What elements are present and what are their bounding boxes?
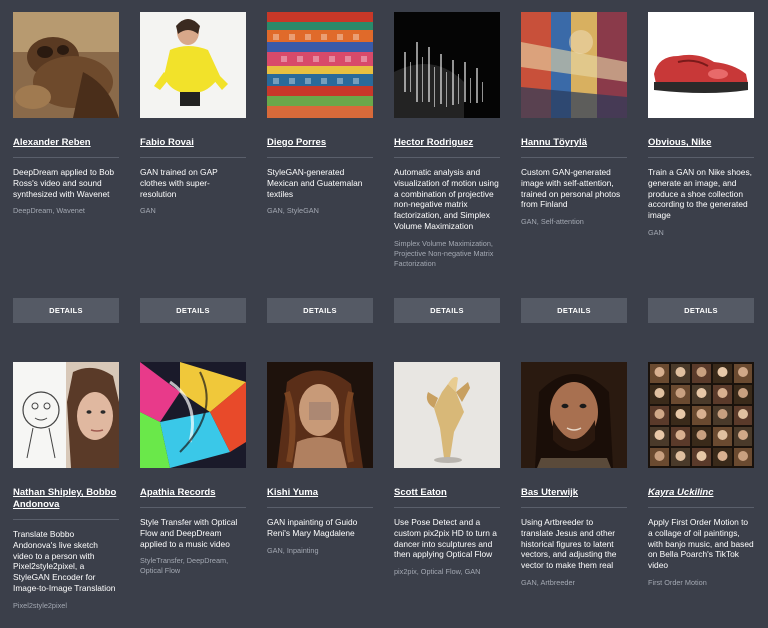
artwork-card: Diego Porres StyleGAN-generated Mexican … — [267, 12, 373, 216]
artwork-tags: First Order Motion — [648, 577, 707, 587]
artist-link[interactable]: Hannu Töyrylä — [521, 137, 627, 149]
artwork-tags: Pixel2style2pixel — [13, 600, 67, 610]
artwork-tags: Simplex Volume Maximization, Projective … — [394, 238, 494, 268]
artist-link[interactable]: Obvious, Nike — [648, 137, 754, 149]
divider — [140, 507, 246, 508]
divider — [394, 157, 500, 158]
artwork-card: Scott Eaton Use Pose Detect and a custom… — [394, 362, 500, 577]
divider — [140, 157, 246, 158]
details-button[interactable]: DETAILS — [13, 298, 119, 323]
artwork-description: GAN inpainting of Guido Reni's Mary Magd… — [267, 517, 358, 538]
details-button[interactable]: DETAILS — [394, 298, 500, 323]
divider — [267, 507, 373, 508]
divider — [13, 519, 119, 520]
artwork-thumbnail[interactable] — [13, 362, 119, 468]
artwork-tags: pix2pix, Optical Flow, GAN — [394, 567, 481, 577]
artwork-tags: GAN, Artbreeder — [521, 577, 575, 587]
artwork-description: StyleGAN-generated Mexican and Guatemala… — [267, 167, 363, 199]
artwork-card: Alexander Reben DeepDream applied to Bob… — [13, 12, 119, 216]
artist-link[interactable]: Apathia Records — [140, 487, 246, 499]
artwork-card: Hannu Töyrylä Custom GAN-generated image… — [521, 12, 627, 227]
artist-link[interactable]: Scott Eaton — [394, 487, 500, 499]
artwork-thumbnail[interactable] — [394, 12, 500, 118]
divider — [521, 157, 627, 158]
artwork-tags: StyleTransfer, DeepDream, Optical Flow — [140, 556, 229, 576]
artwork-card: Kishi Yuma GAN inpainting of Guido Reni'… — [267, 362, 373, 556]
artist-link[interactable]: Fabio Rovai — [140, 137, 246, 149]
artwork-thumbnail[interactable] — [267, 362, 373, 468]
artist-link[interactable]: Kayra Uckilinc — [648, 487, 754, 499]
details-button[interactable]: DETAILS — [521, 298, 627, 323]
artwork-description: Translate Bobbo Andonova's live sketch v… — [13, 529, 116, 593]
divider — [648, 157, 754, 158]
artwork-tags: DeepDream, Wavenet — [13, 206, 85, 216]
artwork-thumbnail[interactable] — [267, 12, 373, 118]
artwork-thumbnail[interactable] — [394, 362, 500, 468]
artwork-tags: GAN, StyleGAN — [267, 206, 319, 216]
artist-link[interactable]: Bas Uterwijk — [521, 487, 627, 499]
artwork-tags: GAN, Inpainting — [267, 545, 319, 555]
artwork-description: Use Pose Detect and a custom pix2pix HD … — [394, 517, 497, 560]
artwork-card: Nathan Shipley, Bobbo Andonova Translate… — [13, 362, 119, 611]
artist-link[interactable]: Nathan Shipley, Bobbo Andonova — [13, 487, 119, 511]
details-button[interactable]: DETAILS — [140, 298, 246, 323]
artwork-thumbnail[interactable] — [648, 362, 754, 468]
artist-link[interactable]: Kishi Yuma — [267, 487, 373, 499]
details-button[interactable]: DETAILS — [267, 298, 373, 323]
artwork-tags: GAN — [140, 206, 156, 216]
artwork-description: DeepDream applied to Bob Ross's video an… — [13, 167, 115, 199]
divider — [394, 507, 500, 508]
artwork-description: Style Transfer with Optical Flow and Dee… — [140, 517, 238, 549]
artist-link[interactable]: Diego Porres — [267, 137, 373, 149]
artwork-description: Automatic analysis and visualization of … — [394, 167, 499, 231]
artwork-tags: GAN — [648, 227, 664, 237]
artwork-thumbnail[interactable] — [648, 12, 754, 118]
artwork-card: Hector Rodriguez Automatic analysis and … — [394, 12, 500, 269]
artwork-thumbnail[interactable] — [521, 12, 627, 118]
artist-link[interactable]: Alexander Reben — [13, 137, 119, 149]
artwork-tags: GAN, Self-attention — [521, 217, 584, 227]
artwork-card: Obvious, Nike Train a GAN on Nike shoes,… — [648, 12, 754, 238]
divider — [267, 157, 373, 158]
details-button[interactable]: DETAILS — [648, 298, 754, 323]
artwork-card: Apathia Records Style Transfer with Opti… — [140, 362, 246, 576]
artist-link[interactable]: Hector Rodriguez — [394, 137, 500, 149]
artwork-card: Fabio Rovai GAN trained on GAP clothes w… — [140, 12, 246, 216]
artwork-card: Bas Uterwijk Using Artbreeder to transla… — [521, 362, 627, 588]
artwork-description: Train a GAN on Nike shoes, generate an i… — [648, 167, 752, 221]
divider — [521, 507, 627, 508]
artwork-thumbnail[interactable] — [521, 362, 627, 468]
artwork-description: Using Artbreeder to translate Jesus and … — [521, 517, 617, 571]
artwork-thumbnail[interactable] — [140, 12, 246, 118]
artwork-description: Custom GAN-generated image with self-att… — [521, 167, 621, 210]
artwork-thumbnail[interactable] — [13, 12, 119, 118]
artwork-card: Kayra Uckilinc Apply First Order Motion … — [648, 362, 754, 588]
artwork-thumbnail[interactable] — [140, 362, 246, 468]
divider — [13, 157, 119, 158]
artwork-description: Apply First Order Motion to a collage of… — [648, 517, 754, 571]
divider — [648, 507, 754, 508]
artwork-description: GAN trained on GAP clothes with super-re… — [140, 167, 218, 199]
